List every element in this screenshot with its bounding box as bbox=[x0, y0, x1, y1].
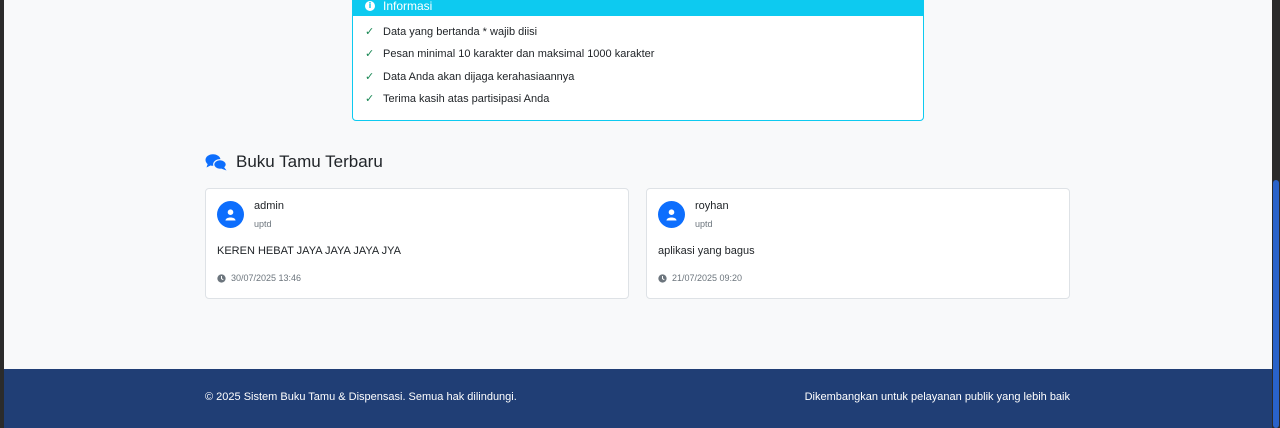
info-item-text: Data yang bertanda * wajib diisi bbox=[383, 26, 538, 39]
section-title-text: Buku Tamu Terbaru bbox=[236, 152, 383, 171]
entry-role: uptd bbox=[695, 219, 713, 229]
info-item-text: Terima kasih atas partisipasi Anda bbox=[383, 93, 550, 106]
info-list-item: ✓ Pesan minimal 10 karakter dan maksimal… bbox=[365, 43, 911, 65]
footer-tagline: Dikembangkan untuk pelayanan publik yang… bbox=[804, 391, 1070, 403]
entry-message: KEREN HEBAT JAYA JAYA JAYA JYA bbox=[217, 245, 402, 257]
entry-timestamp: 21/07/2025 09:20 bbox=[658, 273, 742, 283]
guestbook-section-title: Buku Tamu Terbaru bbox=[205, 150, 383, 174]
entry-time-text: 30/07/2025 13:46 bbox=[231, 273, 302, 283]
info-card: i Informasi ✓ Data yang bertanda * wajib… bbox=[352, 0, 924, 121]
entry-name: royhan bbox=[695, 200, 729, 212]
entry-time-text: 21/07/2025 09:20 bbox=[672, 273, 743, 283]
info-list-item: ✓ Data yang bertanda * wajib diisi bbox=[365, 21, 911, 43]
avatar bbox=[658, 201, 685, 228]
footer-copyright: © 2025 Sistem Buku Tamu & Dispensasi. Se… bbox=[205, 391, 517, 403]
check-icon: ✓ bbox=[365, 47, 375, 61]
info-list-item: ✓ Terima kasih atas partisipasi Anda bbox=[365, 88, 911, 110]
info-item-text: Pesan minimal 10 karakter dan maksimal 1… bbox=[383, 48, 655, 61]
info-card-header: i Informasi bbox=[353, 0, 923, 16]
entry-timestamp: 30/07/2025 13:46 bbox=[217, 273, 301, 283]
comments-icon bbox=[205, 154, 227, 171]
user-icon bbox=[225, 208, 236, 220]
window-frame-left bbox=[0, 0, 4, 428]
page-footer: © 2025 Sistem Buku Tamu & Dispensasi. Se… bbox=[4, 369, 1272, 428]
check-icon: ✓ bbox=[365, 25, 375, 39]
info-item-text: Data Anda akan dijaga kerahasiaannya bbox=[383, 70, 575, 83]
check-icon: ✓ bbox=[365, 69, 375, 83]
entry-role: uptd bbox=[254, 219, 272, 229]
scrollbar-track[interactable] bbox=[1272, 0, 1280, 428]
info-card-title: Informasi bbox=[383, 0, 433, 13]
user-icon bbox=[666, 208, 677, 220]
scrollbar-thumb[interactable] bbox=[1273, 180, 1279, 428]
entry-name: admin bbox=[254, 200, 284, 212]
info-list-item: ✓ Data Anda akan dijaga kerahasiaannya bbox=[365, 66, 911, 88]
clock-icon bbox=[658, 273, 667, 283]
avatar bbox=[217, 201, 244, 228]
check-icon: ✓ bbox=[365, 92, 375, 106]
clock-icon bbox=[217, 273, 226, 283]
guestbook-entry-card: royhan uptd aplikasi yang bagus 21/07/20… bbox=[646, 188, 1070, 299]
guestbook-entry-card: admin uptd KEREN HEBAT JAYA JAYA JAYA JY… bbox=[205, 188, 629, 299]
info-list: ✓ Data yang bertanda * wajib diisi ✓ Pes… bbox=[353, 16, 923, 110]
entry-message: aplikasi yang bagus bbox=[658, 245, 755, 257]
info-icon: i bbox=[365, 0, 375, 11]
